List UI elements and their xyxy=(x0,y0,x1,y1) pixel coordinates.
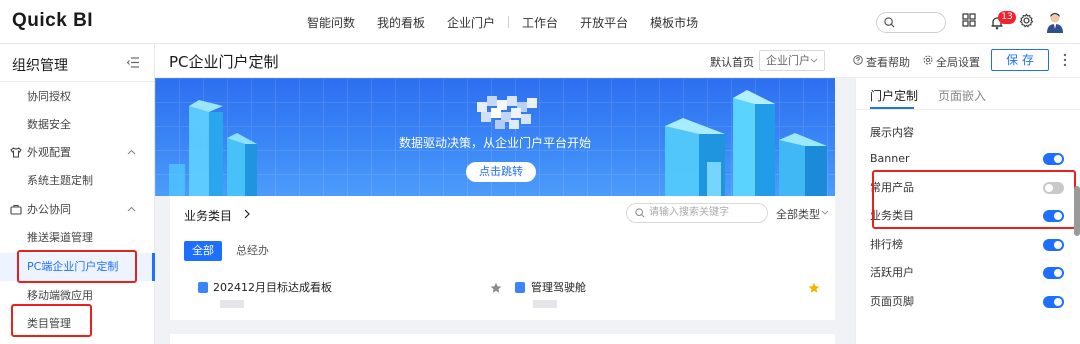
screen-icon xyxy=(515,282,525,293)
ranking-toggle[interactable] xyxy=(1043,239,1064,251)
highlight-box-category xyxy=(11,304,92,337)
gear-icon[interactable] xyxy=(1019,13,1034,28)
business-search-input[interactable]: 请输入搜索关键字 xyxy=(626,203,768,223)
display-content-heading: 展示内容 xyxy=(870,126,914,139)
dashboard-icon xyxy=(198,282,208,293)
blurred-owner xyxy=(220,300,244,308)
row-label: 页面页脚 xyxy=(870,295,914,308)
item-title-cockpit[interactable]: 管理驾驶舱 xyxy=(531,279,586,295)
sidebar-title: 组织管理 xyxy=(12,58,68,74)
sidebar-group-office-collab[interactable]: 办公协同 xyxy=(0,196,155,224)
page-footer-toggle[interactable] xyxy=(1043,296,1064,308)
chevron-up-icon xyxy=(127,206,136,212)
app-root: Quick BI 智能问数 我的看板 企业门户 工作台 开放平台 模板市场 13… xyxy=(0,0,1080,344)
portal-config-panel: 门户定制 页面嵌入 展示内容 Banner 常用产品 业务类目 排行榜 活跃用户… xyxy=(855,78,1080,344)
type-filter-label: 全部类型 xyxy=(776,208,820,221)
category-tab-all[interactable]: 全部 xyxy=(184,241,222,261)
sidebar-item-theme-custom[interactable]: 系统主题定制 xyxy=(0,167,155,195)
nav-item-workbench[interactable]: 工作台 xyxy=(511,14,569,31)
nav-item-ask-data[interactable]: 智能问数 xyxy=(296,14,366,31)
search-icon xyxy=(884,17,895,28)
highlight-box-panel-rows xyxy=(872,170,1076,229)
nav-item-my-dashboards[interactable]: 我的看板 xyxy=(366,14,436,31)
main-nav: 智能问数 我的看板 企业门户 工作台 开放平台 模板市场 xyxy=(296,0,709,44)
row-page-footer: 页面页脚 xyxy=(870,292,1066,312)
org-admin-sidebar: 组织管理 协同授权 数据安全 外观配置 系统主题定制 办公协同 推送渠道管理 P… xyxy=(0,44,155,344)
search-icon xyxy=(635,208,645,218)
default-home-value: 企业门户 xyxy=(766,54,810,67)
more-vertical-icon[interactable] xyxy=(1063,53,1067,67)
star-icon[interactable] xyxy=(808,282,820,294)
business-search-placeholder: 请输入搜索关键字 xyxy=(649,207,729,218)
blurred-logo xyxy=(477,96,537,129)
save-button[interactable]: 保 存 xyxy=(991,49,1049,71)
active-users-toggle[interactable] xyxy=(1043,267,1064,279)
row-ranking: 排行榜 xyxy=(870,235,1066,255)
global-settings-link[interactable]: 全局设置 xyxy=(923,54,980,70)
chevron-right-icon xyxy=(244,209,250,219)
nav-item-template-market[interactable]: 模板市场 xyxy=(639,14,709,31)
panel-resize-handle[interactable] xyxy=(1074,186,1080,236)
shirt-icon xyxy=(10,147,22,158)
settings-icon xyxy=(923,55,933,65)
help-circle-icon xyxy=(853,55,863,65)
global-search[interactable] xyxy=(876,12,946,33)
sidebar-group-appearance[interactable]: 外观配置 xyxy=(0,139,155,167)
portal-preview-canvas: 数据驱动决策，从企业门户平台开始 点击跳转 业务类目 请输入搜索关键字 全部类型… xyxy=(155,78,855,344)
highlight-box-pc-portal xyxy=(17,250,137,283)
notification-badge: 13 xyxy=(998,11,1016,24)
nav-item-open-platform[interactable]: 开放平台 xyxy=(569,14,639,31)
help-link[interactable]: 查看帮助 xyxy=(853,54,910,70)
briefcase-icon xyxy=(10,204,22,215)
sidebar-item-collab-auth[interactable]: 协同授权 xyxy=(0,83,155,111)
nav-divider xyxy=(508,16,510,28)
row-label: 活跃用户 xyxy=(870,266,914,279)
default-home-label: 默认首页 xyxy=(710,56,754,69)
config-tabs: 门户定制 页面嵌入 xyxy=(856,78,1080,110)
row-label: Banner xyxy=(870,152,910,165)
item-title-target-board[interactable]: 202412月目标达成看板 xyxy=(213,279,332,295)
banner-toggle[interactable] xyxy=(1043,153,1064,165)
page-title: PC企业门户定制 xyxy=(169,53,279,71)
row-label: 排行榜 xyxy=(870,238,903,251)
tab-portal-custom[interactable]: 门户定制 xyxy=(870,87,918,109)
business-category-card: 业务类目 请输入搜索关键字 全部类型 全部 总经办 202412月目标达成看板 … xyxy=(170,196,835,320)
blurred-owner xyxy=(533,300,557,308)
chevron-down-icon xyxy=(821,210,829,215)
sidebar-item-push-channels[interactable]: 推送渠道管理 xyxy=(0,224,155,252)
app-logo[interactable]: Quick BI xyxy=(12,10,93,32)
sidebar-header: 组织管理 xyxy=(0,44,155,82)
banner-slogan: 数据驱动决策，从企业门户平台开始 xyxy=(398,136,591,150)
banner-jump-button[interactable]: 点击跳转 xyxy=(466,162,536,182)
sidebar-group-label: 外观配置 xyxy=(27,146,71,159)
business-category-label: 业务类目 xyxy=(184,209,233,223)
category-tab-gm-office[interactable]: 总经办 xyxy=(228,241,277,261)
collapse-sidebar-icon[interactable] xyxy=(127,57,139,68)
portal-banner[interactable]: 数据驱动决策，从企业门户平台开始 点击跳转 xyxy=(155,78,835,196)
chevron-up-icon xyxy=(127,149,136,155)
top-navbar: Quick BI 智能问数 我的看板 企业门户 工作台 开放平台 模板市场 13 xyxy=(0,0,1080,44)
nav-item-portal[interactable]: 企业门户 xyxy=(436,14,506,31)
user-avatar[interactable] xyxy=(1044,11,1066,33)
page-header: PC企业门户定制 默认首页 企业门户 查看帮助 全局设置 保 存 xyxy=(155,44,1080,78)
type-filter-select[interactable]: 全部类型 xyxy=(776,206,829,222)
next-module-card xyxy=(170,334,835,344)
row-active-users: 活跃用户 xyxy=(870,263,1066,283)
tab-page-embed[interactable]: 页面嵌入 xyxy=(938,87,986,104)
default-home-select[interactable]: 企业门户 xyxy=(759,50,825,71)
row-banner: Banner xyxy=(870,149,1066,169)
sidebar-group-label: 办公协同 xyxy=(27,203,71,216)
star-icon[interactable] xyxy=(490,282,502,294)
business-category-title[interactable]: 业务类目 xyxy=(184,207,250,224)
grid-apps-icon[interactable] xyxy=(962,13,976,27)
sidebar-item-data-security[interactable]: 数据安全 xyxy=(0,111,155,139)
chevron-down-icon xyxy=(810,58,818,63)
